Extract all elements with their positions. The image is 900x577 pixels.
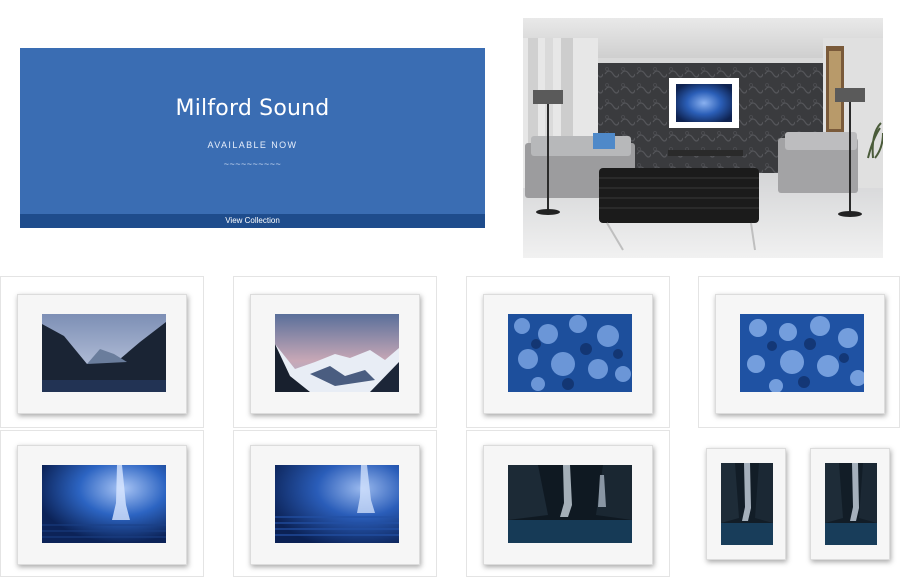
waterfall-ripples-photo: [275, 465, 399, 543]
gallery-item-6[interactable]: [233, 430, 437, 577]
collection-banner: Milford Sound AVAILABLE NOW ~~~~~~~~~~ V…: [20, 48, 485, 228]
view-collection-button[interactable]: View Collection: [20, 214, 485, 228]
frame-mat: [17, 294, 187, 414]
gallery-item-2[interactable]: [233, 276, 437, 428]
gallery-item-1[interactable]: [0, 276, 204, 428]
frame-mat: [810, 448, 890, 560]
blue-water-texture-photo: [508, 314, 632, 392]
gallery-item-4[interactable]: [698, 276, 900, 428]
gallery-item-5[interactable]: [0, 430, 204, 577]
fjord-dusk-photo: [42, 314, 166, 392]
gallery-item-3[interactable]: [466, 276, 670, 428]
frame-mat: [250, 445, 420, 565]
waterfall-mist-photo: [42, 465, 166, 543]
gallery-item-9[interactable]: [800, 430, 900, 577]
frame-mat: [706, 448, 786, 560]
frame-mat: [250, 294, 420, 414]
waterfall-dark-photo: [508, 465, 632, 543]
banner-title: Milford Sound: [175, 96, 330, 121]
banner-subtitle: AVAILABLE NOW: [207, 140, 298, 150]
fjord-snowy-peaks-photo: [275, 314, 399, 392]
frame-mat: [483, 294, 653, 414]
room-interior-image: [523, 18, 883, 258]
gallery-item-8[interactable]: [698, 430, 798, 577]
waterfall-portrait-photo: [721, 463, 773, 545]
blue-water-texture-photo: [740, 314, 864, 392]
frame-mat: [17, 445, 187, 565]
frame-mat: [483, 445, 653, 565]
gallery-item-7[interactable]: [466, 430, 670, 577]
waterfall-portrait-photo: [825, 463, 877, 545]
frame-mat: [715, 294, 885, 414]
banner-divider: ~~~~~~~~~~: [223, 159, 282, 169]
